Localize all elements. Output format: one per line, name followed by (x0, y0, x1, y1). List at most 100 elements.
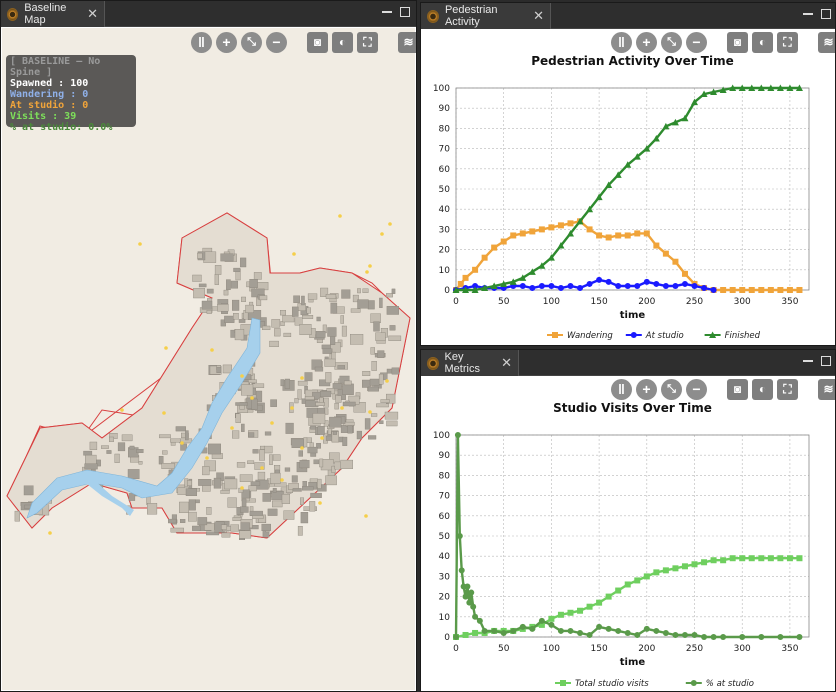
close-icon[interactable]: ✕ (501, 355, 512, 371)
data-point (615, 587, 622, 594)
data-point (653, 280, 660, 287)
pause-icon[interactable]: ‖ (611, 379, 632, 400)
data-point (710, 557, 717, 564)
data-point (767, 555, 774, 562)
data-point (538, 226, 545, 233)
data-point (662, 250, 669, 257)
contrast-icon[interactable]: ◐ (752, 32, 773, 53)
pause-icon[interactable]: ‖ (611, 32, 632, 53)
building (230, 280, 239, 289)
data-point (605, 234, 612, 241)
metrics-panel: Key Metrics ✕ Studio Visits Over Time 0 10… (420, 349, 836, 692)
building (264, 431, 272, 436)
fit-icon[interactable]: ⤡ (661, 32, 682, 53)
legend-label: % at studio (706, 679, 754, 689)
zoom-in-icon[interactable]: + (636, 379, 657, 400)
maximize-icon[interactable] (821, 356, 831, 366)
fullscreen-icon[interactable]: ⛶ (357, 32, 378, 53)
fit-icon[interactable]: ⤡ (241, 32, 262, 53)
map-canvas[interactable]: ‖ + ⤡ − ◙ ◐ ⛶ ≋ [ BASELINE — No Spine ] … (2, 28, 416, 690)
data-point (634, 577, 641, 584)
building (206, 507, 212, 515)
pedestrian-agent (318, 501, 322, 505)
data-point (529, 284, 536, 291)
building (101, 445, 109, 449)
data-point (577, 284, 584, 291)
building (302, 486, 314, 491)
y-tick-label: 20 (439, 246, 451, 256)
close-icon[interactable]: ✕ (533, 8, 544, 24)
data-point (777, 634, 784, 640)
zoom-in-icon[interactable]: + (636, 32, 657, 53)
camera-icon[interactable]: ◙ (307, 32, 328, 53)
building (159, 434, 171, 439)
maximize-icon[interactable] (821, 9, 831, 19)
data-point (548, 224, 555, 231)
y-tick-label: 100 (433, 84, 450, 94)
data-point (786, 555, 793, 562)
zoom-out-icon[interactable]: − (686, 32, 707, 53)
building (340, 315, 344, 324)
building (197, 252, 203, 259)
building (198, 479, 212, 486)
maximize-icon[interactable] (400, 7, 410, 17)
layers-icon[interactable]: ≋ (398, 32, 416, 53)
zoom-out-icon[interactable]: − (686, 379, 707, 400)
close-icon[interactable]: ✕ (87, 6, 98, 22)
building (329, 416, 342, 428)
pedestrian-agent (380, 232, 384, 236)
building (179, 519, 186, 523)
x-tick-label: 100 (543, 297, 560, 307)
fullscreen-icon[interactable]: ⛶ (777, 32, 798, 53)
building (235, 402, 248, 406)
data-point (605, 278, 612, 285)
pause-icon[interactable]: ‖ (191, 32, 212, 53)
data-point (643, 278, 650, 285)
building (185, 488, 198, 497)
data-point (586, 603, 593, 610)
pedestrian-agent (365, 270, 369, 274)
tab-baseline-map[interactable]: Baseline Map ✕ (1, 1, 105, 27)
data-point (701, 634, 708, 640)
data-point (462, 631, 469, 638)
contrast-icon[interactable]: ◐ (332, 32, 353, 53)
building (379, 297, 383, 308)
pedestrian-agent (300, 376, 304, 380)
contrast-icon[interactable]: ◐ (752, 379, 773, 400)
y-tick-label: 50 (439, 185, 451, 195)
minimize-icon[interactable] (803, 356, 813, 362)
pedestrian-agent (364, 514, 368, 518)
camera-icon[interactable]: ◙ (727, 379, 748, 400)
tab-pedestrian-activity[interactable]: Pedestrian Activity ✕ (421, 3, 551, 29)
visits-count: Visits : 39 (10, 111, 77, 122)
building (371, 413, 378, 417)
data-point (596, 232, 603, 239)
at-studio-count: At studio : 0 (10, 100, 89, 111)
layers-icon[interactable]: ≋ (818, 32, 835, 53)
building (250, 481, 261, 486)
building (89, 441, 98, 451)
data-point (777, 555, 784, 562)
data-point (634, 282, 641, 289)
data-point (481, 627, 488, 634)
data-point (630, 332, 637, 338)
minimize-icon[interactable] (382, 7, 392, 13)
data-point (748, 555, 755, 562)
fit-icon[interactable]: ⤡ (661, 379, 682, 400)
building (270, 399, 278, 407)
building (14, 510, 20, 522)
zoom-in-icon[interactable]: + (216, 32, 237, 53)
building (342, 436, 348, 446)
zoom-out-icon[interactable]: − (266, 32, 287, 53)
camera-icon[interactable]: ◙ (727, 32, 748, 53)
tab-key-metrics[interactable]: Key Metrics ✕ (421, 350, 519, 376)
data-point (739, 287, 746, 293)
layers-icon[interactable]: ≋ (818, 379, 835, 400)
fullscreen-icon[interactable]: ⛶ (777, 379, 798, 400)
building (280, 379, 285, 387)
data-point (457, 280, 464, 287)
building (203, 251, 217, 263)
building (367, 300, 375, 310)
building (341, 289, 351, 299)
minimize-icon[interactable] (803, 9, 813, 15)
